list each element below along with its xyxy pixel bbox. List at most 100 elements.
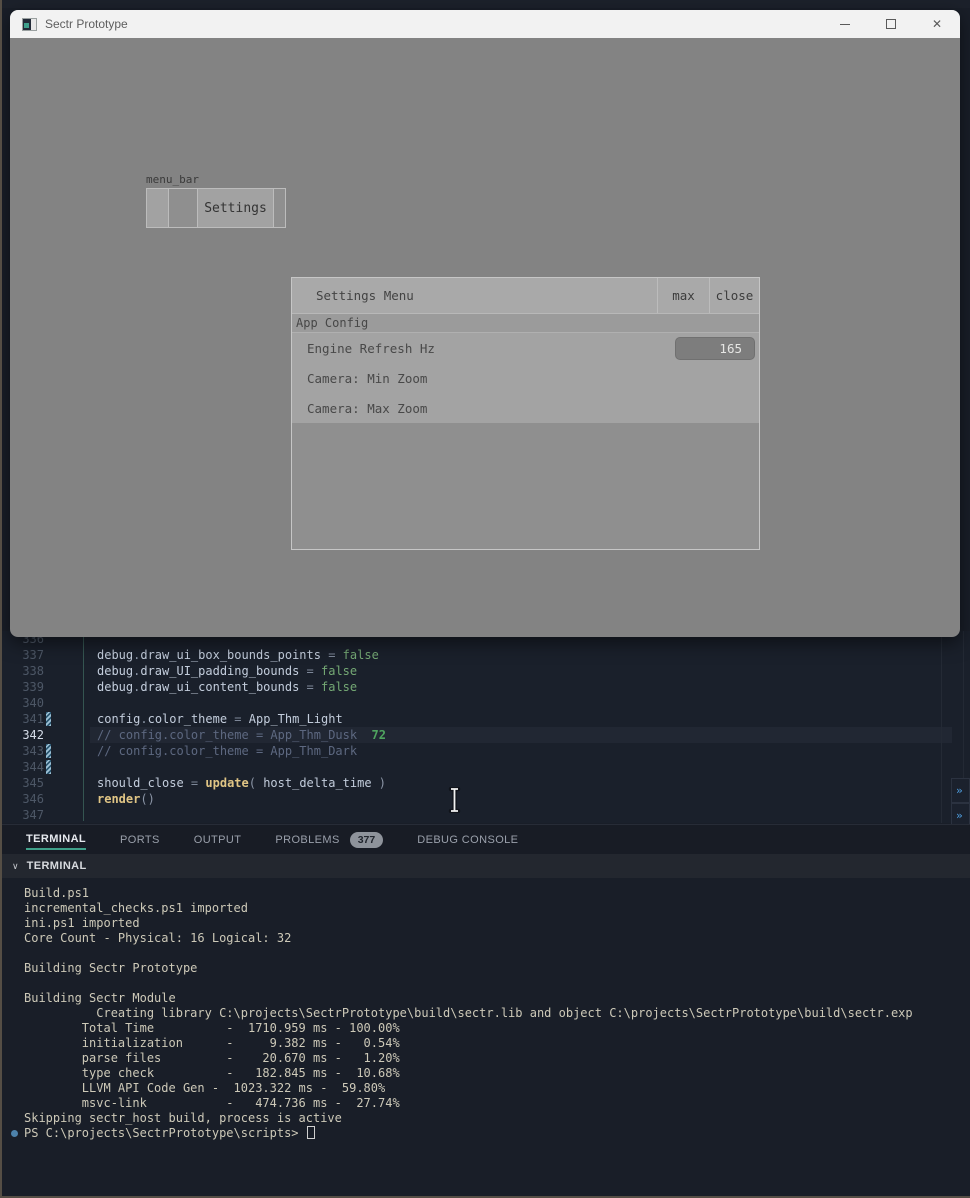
terminal-line: type check - 182.845 ms - 10.68% xyxy=(24,1066,970,1081)
editor-line[interactable]: 344 xyxy=(0,759,970,775)
terminal-line: parse files - 20.670 ms - 1.20% xyxy=(24,1051,970,1066)
terminal-line: Total Time - 1710.959 ms - 100.00% xyxy=(24,1021,970,1036)
code-text: config.color_theme = App_Thm_Light xyxy=(97,711,343,727)
settings-rows: Engine Refresh Hz 165 Camera: Min Zoom Came… xyxy=(292,333,759,423)
line-number: 340 xyxy=(14,695,44,711)
setting-label: Camera: Min Zoom xyxy=(307,371,427,386)
editor-line[interactable]: 342 // config.color_theme = App_Thm_Dusk … xyxy=(0,727,970,743)
code-text: debug.draw_ui_content_bounds = false xyxy=(97,679,357,695)
setting-label: Camera: Max Zoom xyxy=(307,401,427,416)
window-title: Sectr Prototype xyxy=(45,17,128,31)
settings-max-button[interactable]: max xyxy=(657,278,709,313)
app-config-section-header: App Config xyxy=(292,314,759,333)
settings-menu-dialog: Settings Menu max close App Config Engin… xyxy=(291,277,760,550)
background-code-strip: 290 hmap_chained_reload( font_provider_d… xyxy=(0,0,970,8)
terminal-line: Building Sectr Module xyxy=(24,991,970,1006)
editor-line[interactable]: 338 debug.draw_UI_padding_bounds = false xyxy=(0,663,970,679)
window-edge-left xyxy=(0,0,2,1198)
terminal-section-header[interactable]: ∨ TERMINAL xyxy=(0,854,970,878)
terminal-line: Core Count - Physical: 16 Logical: 32 xyxy=(24,931,970,946)
terminal-output[interactable]: Build.ps1incremental_checks.ps1 imported… xyxy=(0,878,970,1196)
app-icon xyxy=(22,18,37,31)
settings-menu-titlebar[interactable]: Settings Menu max close xyxy=(292,278,759,314)
editor-scrollbar-divider xyxy=(941,631,942,823)
line-number: 337 xyxy=(14,647,44,663)
code-text: should_close = update( host_delta_time ) xyxy=(97,775,386,791)
editor-line[interactable]: 347 xyxy=(0,807,970,823)
settings-row: Camera: Min Zoom xyxy=(292,363,759,393)
settings-close-button[interactable]: close xyxy=(709,278,759,313)
code-text: // config.color_theme = App_Thm_Dark xyxy=(97,743,357,759)
engine-refresh-hz-input[interactable]: 165 xyxy=(675,337,755,360)
menu-item-settings[interactable]: Settings xyxy=(198,189,274,227)
line-number: 342 xyxy=(14,727,44,743)
editor-line[interactable]: 346 render() xyxy=(0,791,970,807)
editor-lines: 336337debug.draw_ui_box_bounds_points = … xyxy=(0,631,970,823)
menu-bar-label: menu_bar xyxy=(146,173,199,186)
terminal-line: Build.ps1 xyxy=(24,886,970,901)
settings-menu-title: Settings Menu xyxy=(292,278,657,313)
minimap-divider xyxy=(963,631,964,778)
minimize-icon xyxy=(840,24,850,25)
line-number: 344 xyxy=(14,759,44,775)
minimize-button[interactable] xyxy=(822,10,868,38)
terminal-line: msvc-link - 474.736 ms - 27.74% xyxy=(24,1096,970,1111)
terminal-lines: Build.ps1incremental_checks.ps1 imported… xyxy=(24,886,970,1141)
settings-row: Engine Refresh Hz 165 xyxy=(292,333,759,363)
git-modified-gutter-mark xyxy=(46,760,51,774)
terminal-line: LLVM API Code Gen - 1023.322 ms - 59.80% xyxy=(24,1081,970,1096)
terminal-line: initialization - 9.382 ms - 0.54% xyxy=(24,1036,970,1051)
tab-ports[interactable]: PORTS xyxy=(120,825,160,854)
line-number: 341 xyxy=(14,711,44,727)
terminal-section-title: TERMINAL xyxy=(27,860,87,872)
tab-terminal[interactable]: TERMINAL xyxy=(26,825,86,854)
sectr-prototype-window: Sectr Prototype ✕ menu_bar Settings Sett… xyxy=(10,10,960,637)
problems-count-badge: 377 xyxy=(350,832,384,848)
ibeam-cursor xyxy=(447,787,462,813)
terminal-line: incremental_checks.ps1 imported xyxy=(24,901,970,916)
maximize-button[interactable] xyxy=(868,10,914,38)
line-number: 346 xyxy=(14,791,44,807)
code-text: debug.draw_UI_padding_bounds = false xyxy=(97,663,357,679)
code-text: // config.color_theme = App_Thm_Dusk 72 xyxy=(97,727,386,743)
setting-label: Engine Refresh Hz xyxy=(307,341,435,356)
editor-line[interactable]: 337 debug.draw_ui_box_bounds_points = fal… xyxy=(0,647,970,663)
code-text: render() xyxy=(97,791,155,807)
editor-line[interactable]: 340 xyxy=(0,695,970,711)
menu-cell[interactable] xyxy=(169,189,198,227)
editor-line[interactable]: 341 config.color_theme = App_Thm_Light xyxy=(0,711,970,727)
chevron-down-icon[interactable]: ∨ xyxy=(12,861,19,872)
code-editor[interactable]: 336337debug.draw_ui_box_bounds_points = … xyxy=(0,631,970,823)
line-number: 338 xyxy=(14,663,44,679)
settings-menu-body xyxy=(292,423,759,549)
editor-line[interactable]: 339 debug.draw_ui_content_bounds = false xyxy=(0,679,970,695)
terminal-line xyxy=(24,976,970,991)
terminal-line xyxy=(24,946,970,961)
terminal-line: ini.ps1 imported xyxy=(24,916,970,931)
code-text: debug.draw_ui_box_bounds_points = false xyxy=(97,647,379,663)
close-icon: ✕ xyxy=(932,18,942,30)
window-titlebar[interactable]: Sectr Prototype ✕ xyxy=(10,10,960,38)
editor-line[interactable]: 345 should_close = update( host_delta_tim… xyxy=(0,775,970,791)
line-number: 339 xyxy=(14,679,44,695)
git-modified-gutter-mark xyxy=(46,712,51,726)
terminal-line: Skipping sectr_host build, process is ac… xyxy=(24,1111,970,1126)
menu-cell[interactable] xyxy=(147,189,169,227)
line-number: 345 xyxy=(14,775,44,791)
terminal-line: Creating library C:\projects\SectrProtot… xyxy=(24,1006,970,1021)
line-number: 347 xyxy=(14,807,44,823)
menu-cell[interactable] xyxy=(274,189,285,227)
line-number: 343 xyxy=(14,743,44,759)
git-modified-gutter-mark xyxy=(46,744,51,758)
settings-row: Camera: Max Zoom xyxy=(292,393,759,423)
tab-debug-console[interactable]: DEBUG CONSOLE xyxy=(417,825,518,854)
editor-line[interactable]: 343 // config.color_theme = App_Thm_Dark xyxy=(0,743,970,759)
terminal-prompt-line: PS C:\projects\SectrPrototype\scripts> xyxy=(24,1126,970,1141)
menu-bar: Settings xyxy=(146,188,286,228)
chevrons-icon[interactable]: » xyxy=(951,778,970,803)
shell-integration-dot-icon xyxy=(11,1130,18,1137)
close-button[interactable]: ✕ xyxy=(914,10,960,38)
terminal-cursor xyxy=(307,1126,315,1139)
tab-problems[interactable]: PROBLEMS377 xyxy=(275,825,383,854)
tab-output[interactable]: OUTPUT xyxy=(194,825,242,854)
